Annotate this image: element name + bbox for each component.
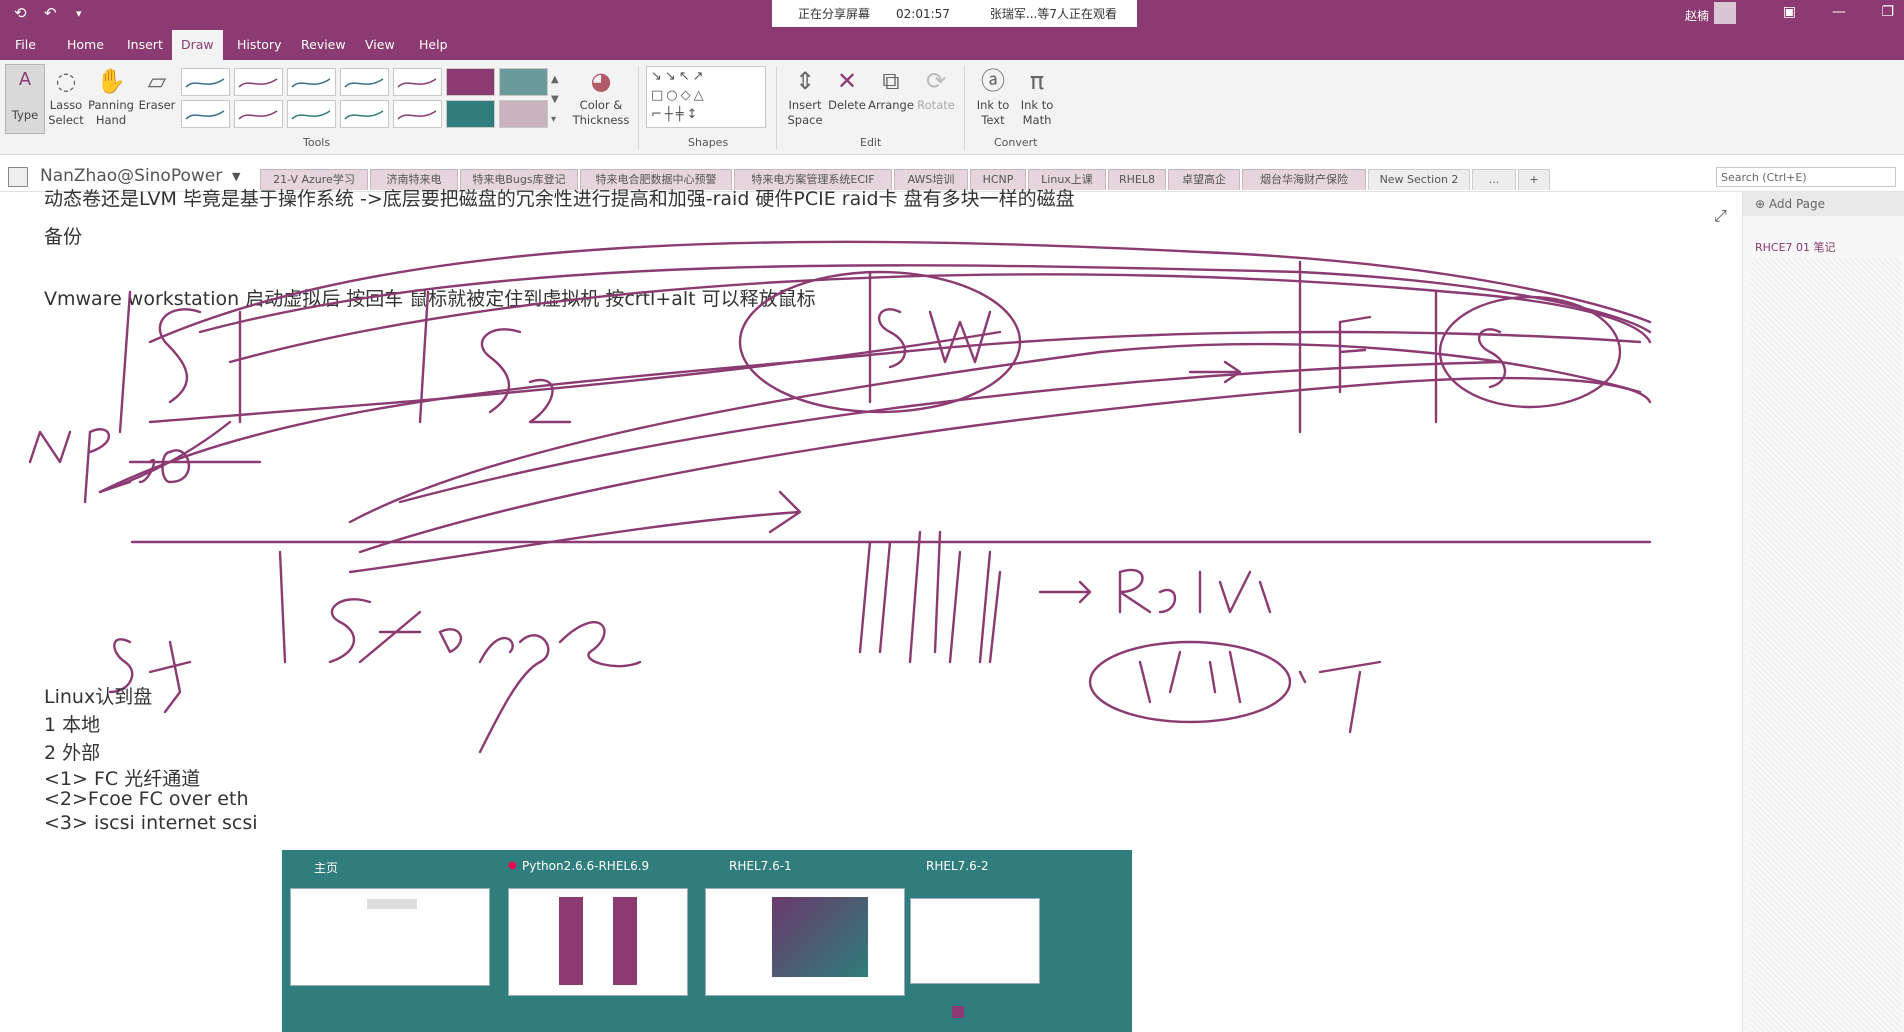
tab-review[interactable]: Review (292, 30, 355, 60)
highlighter-2[interactable] (499, 68, 548, 96)
add-page-button[interactable]: ⊕ Add Page (1743, 192, 1904, 216)
pen-8[interactable] (287, 100, 336, 128)
panning-hand-button[interactable]: ✋ Panning Hand (88, 64, 134, 128)
tab-insert[interactable]: Insert (118, 30, 172, 60)
taskbar-app-icon (952, 1006, 964, 1018)
avatar[interactable] (1714, 2, 1736, 24)
screen-share-bar: 正在分享屏幕 02:01:57 张瑞军...等7人正在观看 (772, 0, 1137, 27)
share-time: 02:01:57 (896, 6, 950, 21)
tab-draw[interactable]: Draw (172, 30, 223, 60)
thumbnail-title: 主页 (314, 861, 339, 875)
rotate-button[interactable]: ⟳ Rotate (916, 64, 956, 113)
tab-help[interactable]: Help (410, 30, 457, 60)
back-icon[interactable]: ⟲ (14, 4, 27, 22)
tools-group-label: Tools (303, 136, 331, 149)
pen-6[interactable] (181, 100, 230, 128)
convert-group-label: Convert (994, 136, 1038, 149)
ink-to-text-icon: ⓐ (981, 67, 1005, 95)
pen-gallery-scroll-icon[interactable]: ▲ ▼ ▾ (551, 70, 559, 130)
delete-button[interactable]: ✕ Delete (828, 64, 866, 113)
shapes-gallery[interactable]: ↘↘↖↗ □○◇△ ⌐┼╪↕ (646, 66, 766, 128)
hand-icon: ✋ (96, 67, 126, 95)
highlighter-3[interactable] (446, 100, 495, 128)
type-label: Type (11, 108, 39, 122)
add-section-button[interactable]: + (1518, 169, 1550, 190)
delete-icon: ✕ (836, 67, 858, 95)
pen-10[interactable] (393, 100, 442, 128)
tab-history[interactable]: History (228, 30, 290, 60)
tab-view[interactable]: View (356, 30, 404, 60)
highlighter-1[interactable] (446, 68, 495, 96)
title-bar: ⟲ ↶ ▾ 正在分享屏幕 02:01:57 张瑞军...等7人正在观看 赵楠 ▣… (0, 0, 1904, 30)
pen-2[interactable] (234, 68, 283, 96)
share-status: 正在分享屏幕 (798, 7, 871, 21)
thumbnail-title: RHEL7.6-1 (729, 859, 792, 873)
edit-group-label: Edit (860, 136, 882, 149)
ribbon-display-icon[interactable]: ▣ (1783, 4, 1796, 20)
page-list-pane: ⊕ Add Page RHCE7 01 笔记 (1742, 192, 1904, 1032)
section-tab-yantai[interactable]: 烟台华海财产保险 (1242, 169, 1366, 190)
thumbnail-title: RHEL7.6-2 (926, 859, 989, 873)
arrange-icon: ⧉ (882, 67, 900, 95)
color-thickness-button[interactable]: ◕ Color & Thickness (572, 64, 630, 128)
type-button[interactable]: A Type (5, 64, 45, 134)
notebook-dropdown-icon[interactable]: ▼ (232, 170, 240, 183)
page-item[interactable]: RHCE7 01 笔记 (1743, 238, 1904, 258)
type-icon: A (18, 69, 32, 90)
restore-icon[interactable]: ❐ (1881, 4, 1894, 20)
pen-7[interactable] (234, 100, 283, 128)
ink-to-math-icon: π (1029, 67, 1045, 95)
shapes-group-label: Shapes (688, 136, 729, 149)
list-heading: Linux认到盘 (44, 686, 153, 708)
pen-9[interactable] (340, 100, 389, 128)
lasso-icon: ◌ (55, 67, 77, 95)
more-sections-button[interactable]: ... (1472, 169, 1516, 190)
quick-access-dropdown-icon[interactable]: ▾ (76, 7, 82, 20)
lasso-select-button[interactable]: ◌ Lasso Select (48, 64, 84, 128)
list-item: <3> iscsi internet scsi (44, 812, 258, 834)
pen-3[interactable] (287, 68, 336, 96)
ink-to-text-button[interactable]: ⓐ Ink to Text (972, 64, 1014, 128)
user-name[interactable]: 赵楠 (1685, 7, 1709, 24)
arrange-button[interactable]: ⧉ Arrange (868, 64, 914, 113)
pen-1[interactable] (181, 68, 230, 96)
minimize-icon[interactable]: — (1832, 4, 1846, 20)
rotate-icon: ⟳ (925, 67, 947, 95)
tab-home[interactable]: Home (58, 30, 113, 60)
pen-4[interactable] (340, 68, 389, 96)
insert-space-button[interactable]: ⇕ Insert Space (784, 64, 826, 128)
palette-icon: ◕ (590, 67, 612, 95)
section-tab-new-section-2[interactable]: New Section 2 (1368, 169, 1470, 190)
ribbon-tabs: File Home Insert Draw History Review Vie… (0, 30, 1904, 60)
page-list-empty-area (1751, 258, 1901, 1032)
section-tab-rhel8[interactable]: RHEL8 (1108, 169, 1166, 190)
pen-5[interactable] (393, 68, 442, 96)
eraser-icon: ▱ (147, 67, 167, 95)
search-input[interactable]: Search (Ctrl+E) (1716, 167, 1896, 187)
list-item: 2 外部 (44, 742, 101, 764)
notebook-name[interactable]: NanZhao@SinoPower (40, 166, 222, 186)
taskbar-thumbnail-popup: 主页 ● Python2.6.6-RHEL6.9 RHEL7.6-1 RHEL7… (282, 850, 1132, 1032)
section-tab-zhuowang[interactable]: 卓望高企 (1168, 169, 1240, 190)
undo-icon[interactable]: ↶ (44, 4, 57, 22)
list-item: 1 本地 (44, 714, 101, 736)
list-item: <1> FC 光纤通道 (44, 768, 201, 790)
highlighter-4[interactable] (499, 100, 548, 128)
list-item: <2>Fcoe FC over eth (44, 788, 249, 810)
add-page-icon: ⊕ (1755, 197, 1766, 211)
recording-icon: ● (508, 860, 517, 871)
eraser-button[interactable]: ▱ Eraser (138, 64, 176, 113)
viewer-count: 张瑞军...等7人正在观看 (989, 7, 1118, 21)
ink-to-math-button[interactable]: π Ink to Math (1016, 64, 1058, 128)
insert-space-icon: ⇕ (794, 67, 816, 95)
draw-ribbon: A Type ◌ Lasso Select ✋ Panning Hand ▱ E… (0, 60, 1904, 155)
pen-gallery: ▲ ▼ ▾ (181, 66, 559, 128)
thumbnail-title: Python2.6.6-RHEL6.9 (522, 859, 650, 873)
notebook-icon[interactable] (8, 167, 28, 187)
tab-file[interactable]: File (6, 30, 45, 60)
